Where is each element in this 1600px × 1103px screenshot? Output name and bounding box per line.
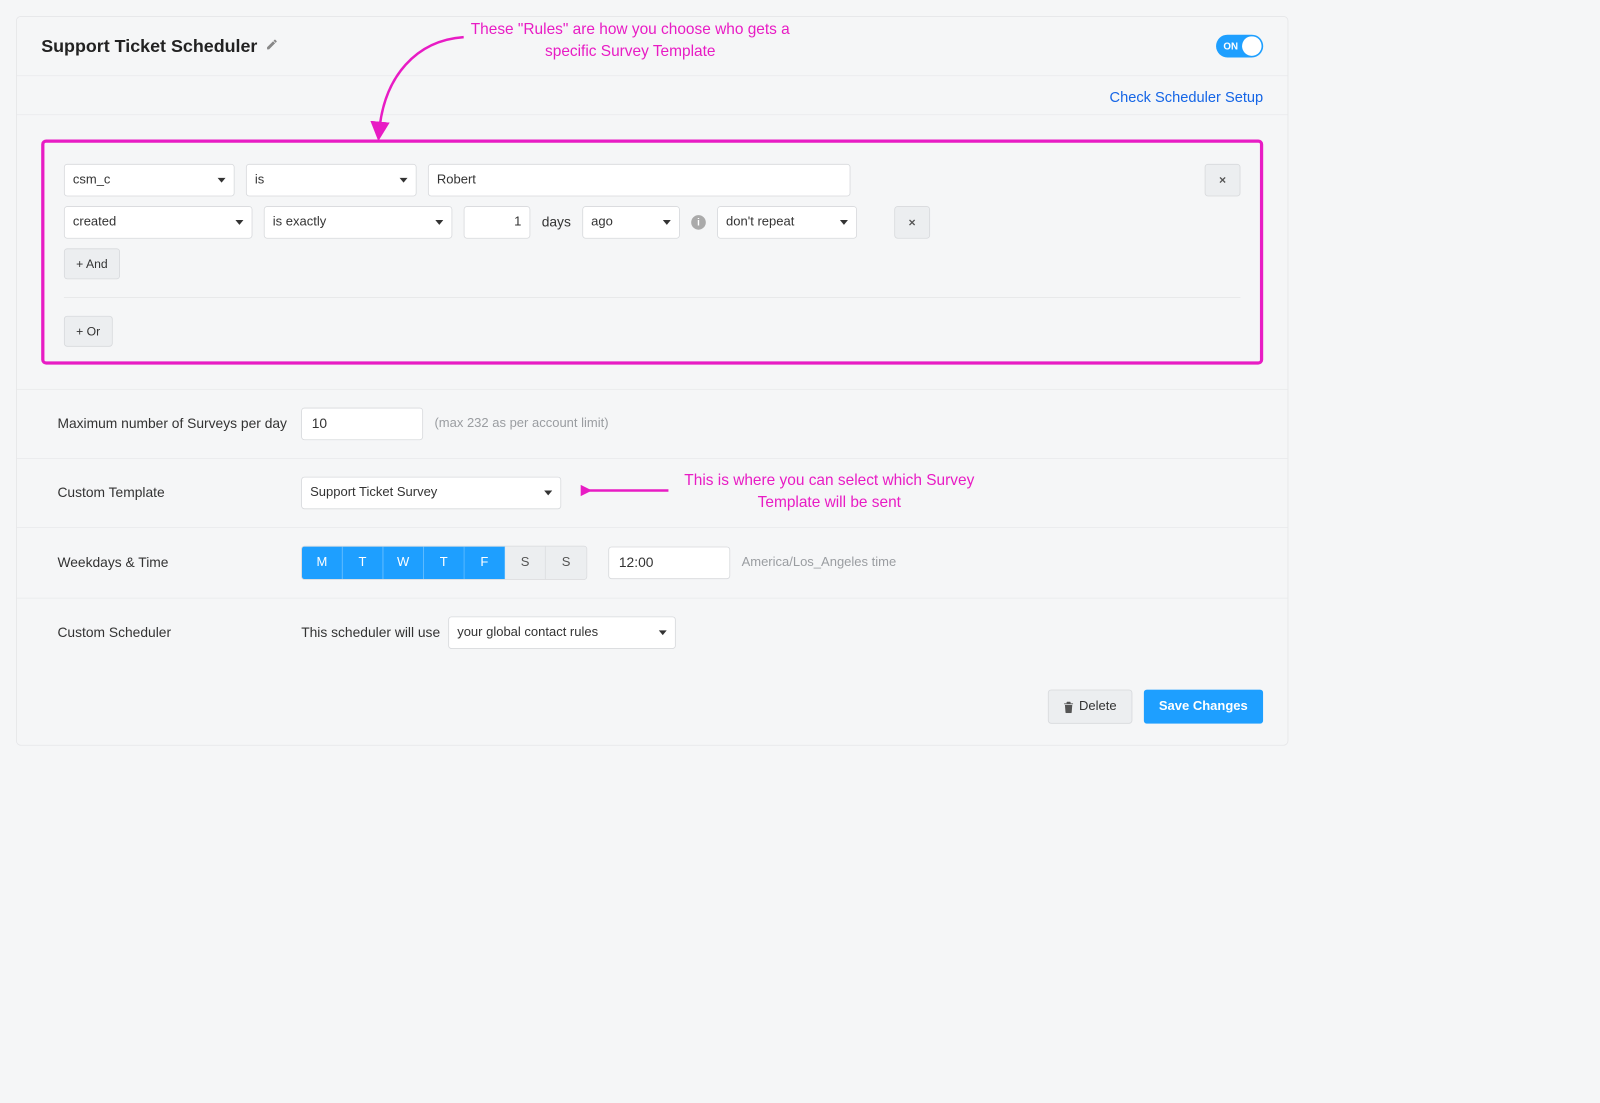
annotation-arrow-icon [581, 485, 670, 496]
annotation-template: This is where you can select which Surve… [675, 470, 984, 513]
time-input[interactable] [608, 547, 730, 580]
day-mon[interactable]: M [302, 547, 343, 580]
weekday-picker: M T W T F S S [301, 546, 587, 580]
info-icon[interactable]: i [691, 215, 706, 230]
enable-toggle[interactable]: ON [1216, 35, 1263, 58]
day-sun[interactable]: S [546, 547, 587, 580]
rules-box: csm_c is Robert × created is exa [41, 140, 1263, 365]
days-label: days [542, 214, 571, 230]
rule-field-select[interactable]: created [64, 206, 253, 239]
chevron-down-icon [435, 215, 443, 230]
day-wed[interactable]: W [383, 547, 424, 580]
day-tue[interactable]: T [343, 547, 384, 580]
contact-rules-select[interactable]: your global contact rules [448, 616, 676, 649]
rules-section: These "Rules" are how you choose who get… [17, 115, 1288, 390]
day-thu[interactable]: T [424, 547, 465, 580]
rule-row: created is exactly 1 days ago i don't r [64, 206, 1241, 239]
template-row: Custom Template Support Ticket Survey Th… [17, 459, 1288, 528]
rule-row: csm_c is Robert × [64, 164, 1241, 197]
add-and-button[interactable]: + And [64, 248, 120, 279]
rule-operator-select[interactable]: is exactly [264, 206, 453, 239]
remove-rule-button[interactable]: × [1205, 164, 1241, 197]
max-surveys-hint: (max 232 as per account limit) [434, 417, 608, 432]
custom-scheduler-label: Custom Scheduler [57, 623, 301, 642]
weekdays-row: Weekdays & Time M T W T F S S America/Lo… [17, 528, 1288, 599]
rule-repeat-select[interactable]: don't repeat [717, 206, 857, 239]
max-surveys-input[interactable] [301, 408, 423, 441]
chevron-down-icon [218, 173, 226, 188]
scheduler-panel: Support Ticket Scheduler ON Check Schedu… [16, 16, 1288, 746]
chevron-down-icon [659, 625, 667, 640]
divider [64, 297, 1241, 298]
save-button[interactable]: Save Changes [1143, 690, 1263, 724]
rule-value-input[interactable]: Robert [428, 164, 851, 197]
timezone-hint: America/Los_Angeles time [742, 556, 897, 571]
chevron-down-icon [544, 486, 552, 501]
rule-field-select[interactable]: csm_c [64, 164, 235, 197]
day-fri[interactable]: F [465, 547, 506, 580]
chevron-down-icon [400, 173, 408, 188]
custom-scheduler-text: This scheduler will use [301, 625, 440, 641]
chevron-down-icon [663, 215, 671, 230]
footer: Delete Save Changes [17, 667, 1288, 745]
custom-scheduler-row: Custom Scheduler This scheduler will use… [17, 599, 1288, 667]
chevron-down-icon [235, 215, 243, 230]
linkbar: Check Scheduler Setup [17, 76, 1288, 115]
trash-icon [1064, 701, 1075, 713]
delete-button[interactable]: Delete [1048, 690, 1132, 724]
header: Support Ticket Scheduler ON [17, 17, 1288, 76]
rule-number-input[interactable]: 1 [464, 206, 531, 239]
template-select[interactable]: Support Ticket Survey [301, 477, 561, 510]
toggle-label: ON [1223, 40, 1238, 51]
remove-rule-button[interactable]: × [894, 206, 930, 239]
page-title: Support Ticket Scheduler [41, 36, 257, 57]
check-setup-link[interactable]: Check Scheduler Setup [1110, 89, 1264, 105]
rule-direction-select[interactable]: ago [582, 206, 680, 239]
weekdays-label: Weekdays & Time [57, 553, 301, 572]
toggle-knob [1242, 36, 1262, 56]
day-sat[interactable]: S [505, 547, 546, 580]
max-surveys-label: Maximum number of Surveys per day [57, 414, 301, 433]
chevron-down-icon [840, 215, 848, 230]
edit-title-icon[interactable] [266, 38, 279, 54]
add-or-button[interactable]: + Or [64, 316, 112, 347]
rule-operator-select[interactable]: is [246, 164, 417, 197]
template-label: Custom Template [57, 483, 301, 502]
max-surveys-row: Maximum number of Surveys per day (max 2… [17, 390, 1288, 459]
